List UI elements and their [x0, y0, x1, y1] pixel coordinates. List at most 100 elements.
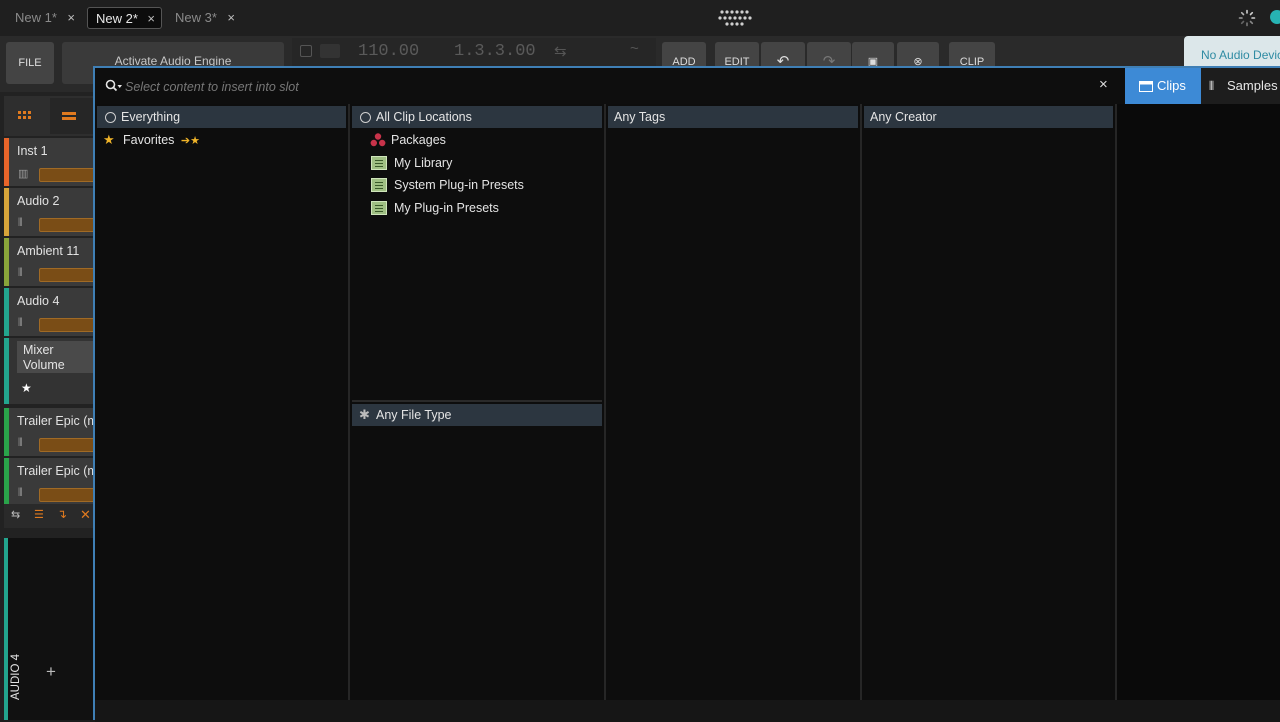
swap-icon[interactable]: ⇆ — [11, 508, 20, 521]
waveform-icon: ⫴ — [18, 317, 23, 329]
creator-column: Any Creator — [862, 104, 1117, 700]
stack-icon[interactable]: ☰ — [34, 508, 44, 521]
track-name: Trailer Epic (m — [17, 464, 98, 478]
waveform-icon: ⫴ — [18, 267, 23, 279]
packages-icon — [370, 133, 386, 147]
track-row[interactable]: Inst 1 ▥ — [4, 138, 99, 186]
browser-search-row: × — [95, 68, 1125, 104]
search-icon[interactable] — [105, 79, 123, 93]
location-label: System Plug-in Presets — [394, 178, 524, 192]
favorites-arrow-star-icon: ➔★ — [180, 135, 200, 147]
clip-slot[interactable] — [39, 168, 99, 182]
tab-samples[interactable]: ⫴ Samples — [1203, 68, 1280, 104]
no-audio-device-label[interactable]: No Audio Device — [1184, 36, 1280, 70]
favorite-star-icon[interactable]: ★ — [21, 381, 32, 395]
list-view-button[interactable] — [50, 98, 93, 134]
any-tags-filter[interactable]: Any Tags — [608, 106, 858, 128]
track-color-strip — [4, 338, 9, 404]
track-list: Inst 1 ▥ Audio 2 ⫴ Ambient 11 ⫴ Audio 4 … — [0, 92, 99, 720]
position-value[interactable]: 1.3.3.00 — [454, 42, 536, 61]
column-divider[interactable] — [352, 400, 602, 402]
clip-slot[interactable] — [39, 488, 99, 502]
clips-icon — [1139, 81, 1153, 92]
close-tab-icon[interactable]: × — [227, 7, 235, 29]
close-tab-icon[interactable]: × — [67, 7, 75, 29]
tab-samples-label: Samples — [1227, 78, 1278, 93]
loading-spinner-icon — [1238, 9, 1256, 27]
tab-new-2[interactable]: New 2* × — [87, 7, 162, 29]
location-item-system-presets[interactable]: System Plug-in Presets — [350, 174, 604, 196]
any-file-type-filter[interactable]: ✱ Any File Type — [352, 404, 602, 426]
track-list-header — [4, 96, 93, 136]
track-color-strip — [4, 188, 9, 236]
clip-slot[interactable] — [39, 318, 99, 332]
track-color-strip — [4, 408, 9, 456]
any-creator-filter[interactable]: Any Creator — [864, 106, 1113, 128]
location-label: Packages — [391, 133, 446, 147]
tab-new-1[interactable]: New 1* × — [7, 7, 81, 29]
track-name: Trailer Epic (m — [17, 414, 98, 428]
asterisk-icon: ✱ — [359, 407, 370, 422]
clip-slot[interactable] — [39, 268, 99, 282]
library-icon — [371, 201, 387, 215]
track-name: Inst 1 — [17, 144, 48, 158]
audio-4-vertical-label: AUDIO 4 — [10, 653, 22, 700]
category-column: Everything ★ Favorites ➔★ — [95, 104, 350, 700]
waveform-icon: ⫴ — [18, 217, 23, 229]
piano-icon: ▥ — [18, 168, 29, 180]
track-color-strip — [4, 238, 9, 286]
add-device-button[interactable]: + — [46, 662, 56, 682]
content-type-tabs: Clips ⫴ Samples — [1125, 68, 1280, 104]
clip-slot[interactable] — [39, 218, 99, 232]
insert-down-icon[interactable]: ↴ — [57, 507, 67, 521]
grid-view-icon[interactable] — [18, 108, 32, 120]
radio-icon — [360, 112, 371, 123]
track-tools-row: ⇆ ☰ ↴ ✕ — [4, 504, 93, 528]
any-file-type-label: Any File Type — [376, 408, 452, 422]
everything-filter[interactable]: Everything — [97, 106, 346, 128]
tab-clips-label: Clips — [1157, 78, 1186, 93]
favorites-item[interactable]: ★ Favorites ➔★ — [95, 129, 348, 151]
track-row[interactable]: Trailer Epic (m ⫴ — [4, 458, 99, 506]
remove-icon[interactable]: ✕ — [80, 507, 91, 523]
file-button[interactable]: FILE — [6, 42, 54, 84]
mixer-volume-block[interactable]: Mixer Volume ★ — [4, 338, 93, 404]
star-icon: ★ — [103, 132, 115, 147]
track-name: Audio 4 — [17, 294, 60, 308]
results-pane — [1117, 104, 1280, 700]
tab-new-3[interactable]: New 3* × — [167, 7, 241, 29]
location-item-my-library[interactable]: My Library — [350, 152, 604, 174]
mixer-volume-label: Mixer Volume — [17, 341, 93, 373]
loop-icon[interactable]: ⇆ — [554, 42, 567, 60]
record-arm-icon[interactable] — [300, 45, 312, 57]
everything-label: Everything — [121, 110, 181, 124]
clip-slot[interactable] — [39, 438, 99, 452]
tempo-value[interactable]: 110.00 — [358, 42, 419, 61]
location-item-packages[interactable]: Packages — [350, 129, 604, 151]
automation-icon[interactable]: ~ — [630, 40, 639, 57]
track-row[interactable]: Ambient 11 ⫴ — [4, 238, 99, 286]
content-browser-popup: × Clips ⫴ Samples Everything ★ Favorites… — [93, 66, 1280, 722]
tab-clips[interactable]: Clips — [1125, 68, 1201, 104]
location-column: All Clip Locations Packages My Library S… — [350, 104, 606, 700]
transport-display: 110.00 1.3.3.00 ⇆ ~ — [292, 38, 656, 68]
bitwig-logo-icon[interactable] — [718, 9, 754, 27]
track-row[interactable]: Trailer Epic (m ⫴ — [4, 408, 99, 456]
library-icon — [371, 178, 387, 192]
track-row[interactable]: Audio 2 ⫴ — [4, 188, 99, 236]
close-browser-icon[interactable]: × — [1099, 76, 1108, 93]
status-indicator[interactable] — [1270, 10, 1280, 24]
track-color-strip — [4, 138, 9, 186]
location-label: My Plug-in Presets — [394, 201, 499, 215]
location-item-my-presets[interactable]: My Plug-in Presets — [350, 197, 604, 219]
mixer-line-1: Mixer — [23, 343, 54, 357]
all-clip-locations-filter[interactable]: All Clip Locations — [352, 106, 602, 128]
waveform-icon: ⫴ — [18, 437, 23, 449]
tab-label: New 3* — [175, 10, 217, 25]
close-tab-icon[interactable]: × — [147, 8, 155, 30]
metronome-icon[interactable] — [320, 44, 340, 58]
tags-column: Any Tags — [606, 104, 862, 700]
search-input[interactable] — [125, 77, 1085, 97]
browser-footer — [95, 700, 1280, 722]
track-row[interactable]: Audio 4 ⫴ — [4, 288, 99, 336]
